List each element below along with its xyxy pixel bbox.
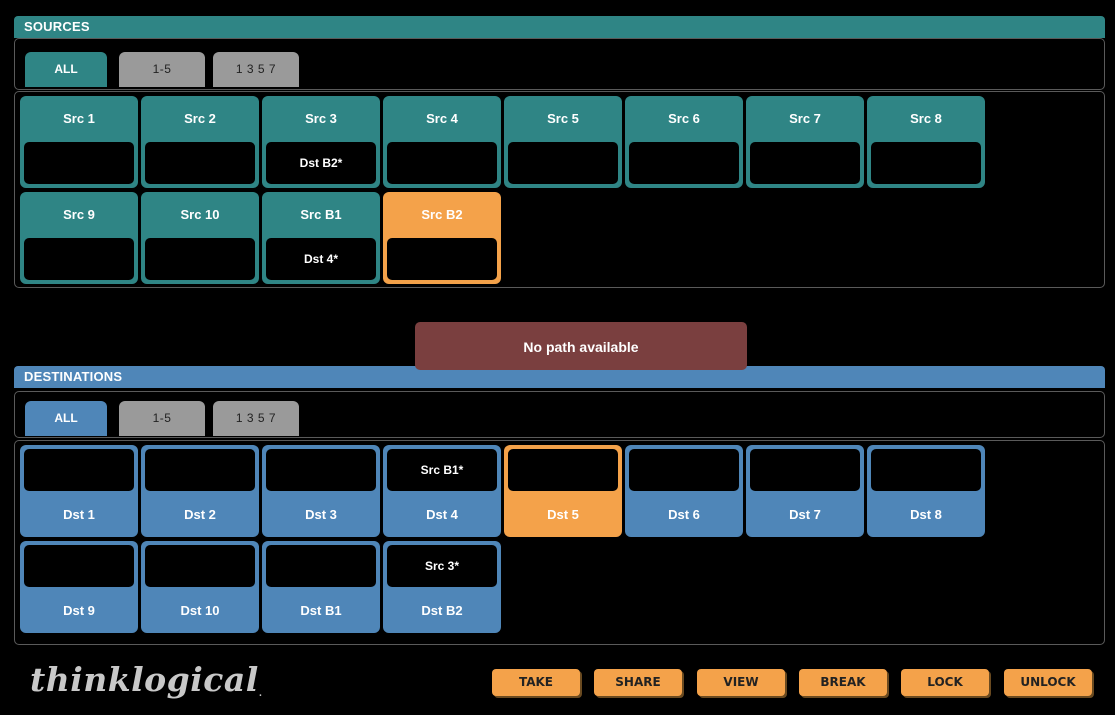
destination-tile-b2[interactable]: Src 3* Dst B2 (383, 541, 501, 633)
view-button[interactable]: VIEW (697, 669, 785, 696)
destination-tile-b1[interactable]: Dst B1 (262, 541, 380, 633)
destination-name: Dst 4 (426, 507, 458, 522)
logo-text: thinklogical (30, 660, 259, 699)
source-route (145, 142, 255, 184)
source-tile-1[interactable]: Src 1 (20, 96, 138, 188)
destination-route (629, 449, 739, 491)
source-name: Src 2 (184, 111, 216, 126)
destination-route (750, 449, 860, 491)
destination-route (24, 545, 134, 587)
destination-name: Dst 3 (305, 507, 337, 522)
no-path-toast: No path available (415, 322, 747, 370)
destinations-tab-all[interactable]: ALL (25, 401, 107, 436)
sources-grid: Src 1 Src 2 Src 3 Dst B2* Src 4 Src 5 Sr… (14, 91, 1105, 288)
share-button[interactable]: SHARE (594, 669, 682, 696)
destination-route (24, 449, 134, 491)
source-route: Dst 4* (266, 238, 376, 280)
sources-tab-1-5[interactable]: 1-5 (119, 52, 205, 87)
destination-tile-10[interactable]: Dst 10 (141, 541, 259, 633)
break-button[interactable]: BREAK (799, 669, 887, 696)
source-tile-b2-selected[interactable]: Src B2 (383, 192, 501, 284)
sources-tab-all[interactable]: ALL (25, 52, 107, 87)
destinations-tab-bar: ALL 1-5 1 3 5 7 (14, 391, 1105, 438)
destination-tile-2[interactable]: Dst 2 (141, 445, 259, 537)
destination-tile-3[interactable]: Dst 3 (262, 445, 380, 537)
destination-tile-1[interactable]: Dst 1 (20, 445, 138, 537)
thinklogical-logo: thinklogical. (30, 660, 262, 699)
destination-route (266, 545, 376, 587)
destination-tile-7[interactable]: Dst 7 (746, 445, 864, 537)
source-route (508, 142, 618, 184)
source-tile-2[interactable]: Src 2 (141, 96, 259, 188)
destination-name: Dst B2 (421, 603, 463, 618)
logo-mark: . (258, 689, 263, 699)
destinations-tab-1357[interactable]: 1 3 5 7 (213, 401, 299, 436)
destination-name: Dst 2 (184, 507, 216, 522)
source-route (871, 142, 981, 184)
destination-route (145, 449, 255, 491)
destination-route (266, 449, 376, 491)
source-name: Src B1 (300, 207, 342, 222)
source-tile-6[interactable]: Src 6 (625, 96, 743, 188)
destination-name: Dst 1 (63, 507, 95, 522)
source-tile-10[interactable]: Src 10 (141, 192, 259, 284)
lock-button[interactable]: LOCK (901, 669, 989, 696)
source-route (145, 238, 255, 280)
source-name: Src 1 (63, 111, 95, 126)
destinations-tab-1-5[interactable]: 1-5 (119, 401, 205, 436)
source-name: Src B2 (421, 207, 463, 222)
source-name: Src 10 (180, 207, 220, 222)
destination-name: Dst 10 (180, 603, 220, 618)
source-tile-b1[interactable]: Src B1 Dst 4* (262, 192, 380, 284)
source-route (24, 238, 134, 280)
destination-route (145, 545, 255, 587)
router-panel: SOURCES ALL 1-5 1 3 5 7 Src 1 Src 2 Src … (0, 0, 1115, 715)
source-name: Src 7 (789, 111, 821, 126)
destinations-grid: Dst 1 Dst 2 Dst 3 Src B1* Dst 4 Dst 5 Ds… (14, 440, 1105, 645)
source-name: Src 4 (426, 111, 458, 126)
source-name: Src 3 (305, 111, 337, 126)
source-tile-3[interactable]: Src 3 Dst B2* (262, 96, 380, 188)
sources-tab-bar: ALL 1-5 1 3 5 7 (14, 38, 1105, 90)
destination-name: Dst 6 (668, 507, 700, 522)
destination-tile-9[interactable]: Dst 9 (20, 541, 138, 633)
destination-route (871, 449, 981, 491)
source-route (387, 238, 497, 280)
source-name: Src 5 (547, 111, 579, 126)
sources-header: SOURCES (14, 16, 1105, 38)
destination-name: Dst 7 (789, 507, 821, 522)
destination-tile-5-selected[interactable]: Dst 5 (504, 445, 622, 537)
source-tile-4[interactable]: Src 4 (383, 96, 501, 188)
destination-name: Dst 8 (910, 507, 942, 522)
destination-name: Dst 9 (63, 603, 95, 618)
take-button[interactable]: TAKE (492, 669, 580, 696)
source-tile-9[interactable]: Src 9 (20, 192, 138, 284)
source-tile-5[interactable]: Src 5 (504, 96, 622, 188)
destination-route: Src B1* (387, 449, 497, 491)
destination-tile-8[interactable]: Dst 8 (867, 445, 985, 537)
destination-name: Dst B1 (300, 603, 342, 618)
source-route (629, 142, 739, 184)
destination-name: Dst 5 (547, 507, 579, 522)
source-route: Dst B2* (266, 142, 376, 184)
source-name: Src 6 (668, 111, 700, 126)
source-name: Src 9 (63, 207, 95, 222)
destination-tile-6[interactable]: Dst 6 (625, 445, 743, 537)
source-tile-7[interactable]: Src 7 (746, 96, 864, 188)
unlock-button[interactable]: UNLOCK (1004, 669, 1092, 696)
source-route (750, 142, 860, 184)
source-route (24, 142, 134, 184)
source-route (387, 142, 497, 184)
destination-route (508, 449, 618, 491)
destination-tile-4[interactable]: Src B1* Dst 4 (383, 445, 501, 537)
source-tile-8[interactable]: Src 8 (867, 96, 985, 188)
destination-route: Src 3* (387, 545, 497, 587)
sources-tab-1357[interactable]: 1 3 5 7 (213, 52, 299, 87)
source-name: Src 8 (910, 111, 942, 126)
